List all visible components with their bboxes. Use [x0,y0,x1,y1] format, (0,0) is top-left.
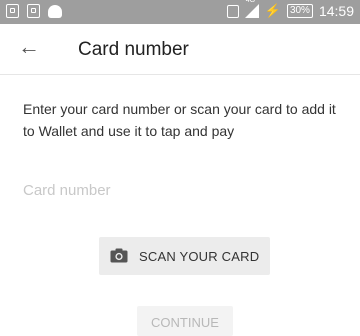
page-title: Card number [78,39,189,60]
continue-label: CONTINUE [151,315,219,330]
scan-card-button[interactable]: SCAN YOUR CARD [99,237,270,275]
camera-icon [110,248,128,263]
battery-icon: 30% [286,4,313,18]
status-indicators: 4G ⚡ 30% 14:59 [226,0,354,19]
android-icon [48,5,62,18]
arrow-left-icon[interactable]: ← [18,34,40,60]
status-bar: 4G ⚡ 30% 14:59 [0,0,360,24]
charging-icon: ⚡ [264,3,281,18]
vibrate-icon [226,4,239,18]
scan-card-label: SCAN YOUR CARD [139,249,260,264]
notification-b-icon [6,4,19,18]
network-type-label: 4G [245,0,256,4]
status-time: 14:59 [318,3,354,19]
app-bar: ← Card number [0,24,360,75]
status-notifications [6,4,62,18]
continue-button[interactable]: CONTINUE [137,306,233,336]
signal-icon: 4G [244,0,259,18]
notification-square-icon [27,4,40,18]
instruction-text: Enter your card number or scan your card… [23,101,336,139]
card-number-input[interactable] [23,176,335,204]
